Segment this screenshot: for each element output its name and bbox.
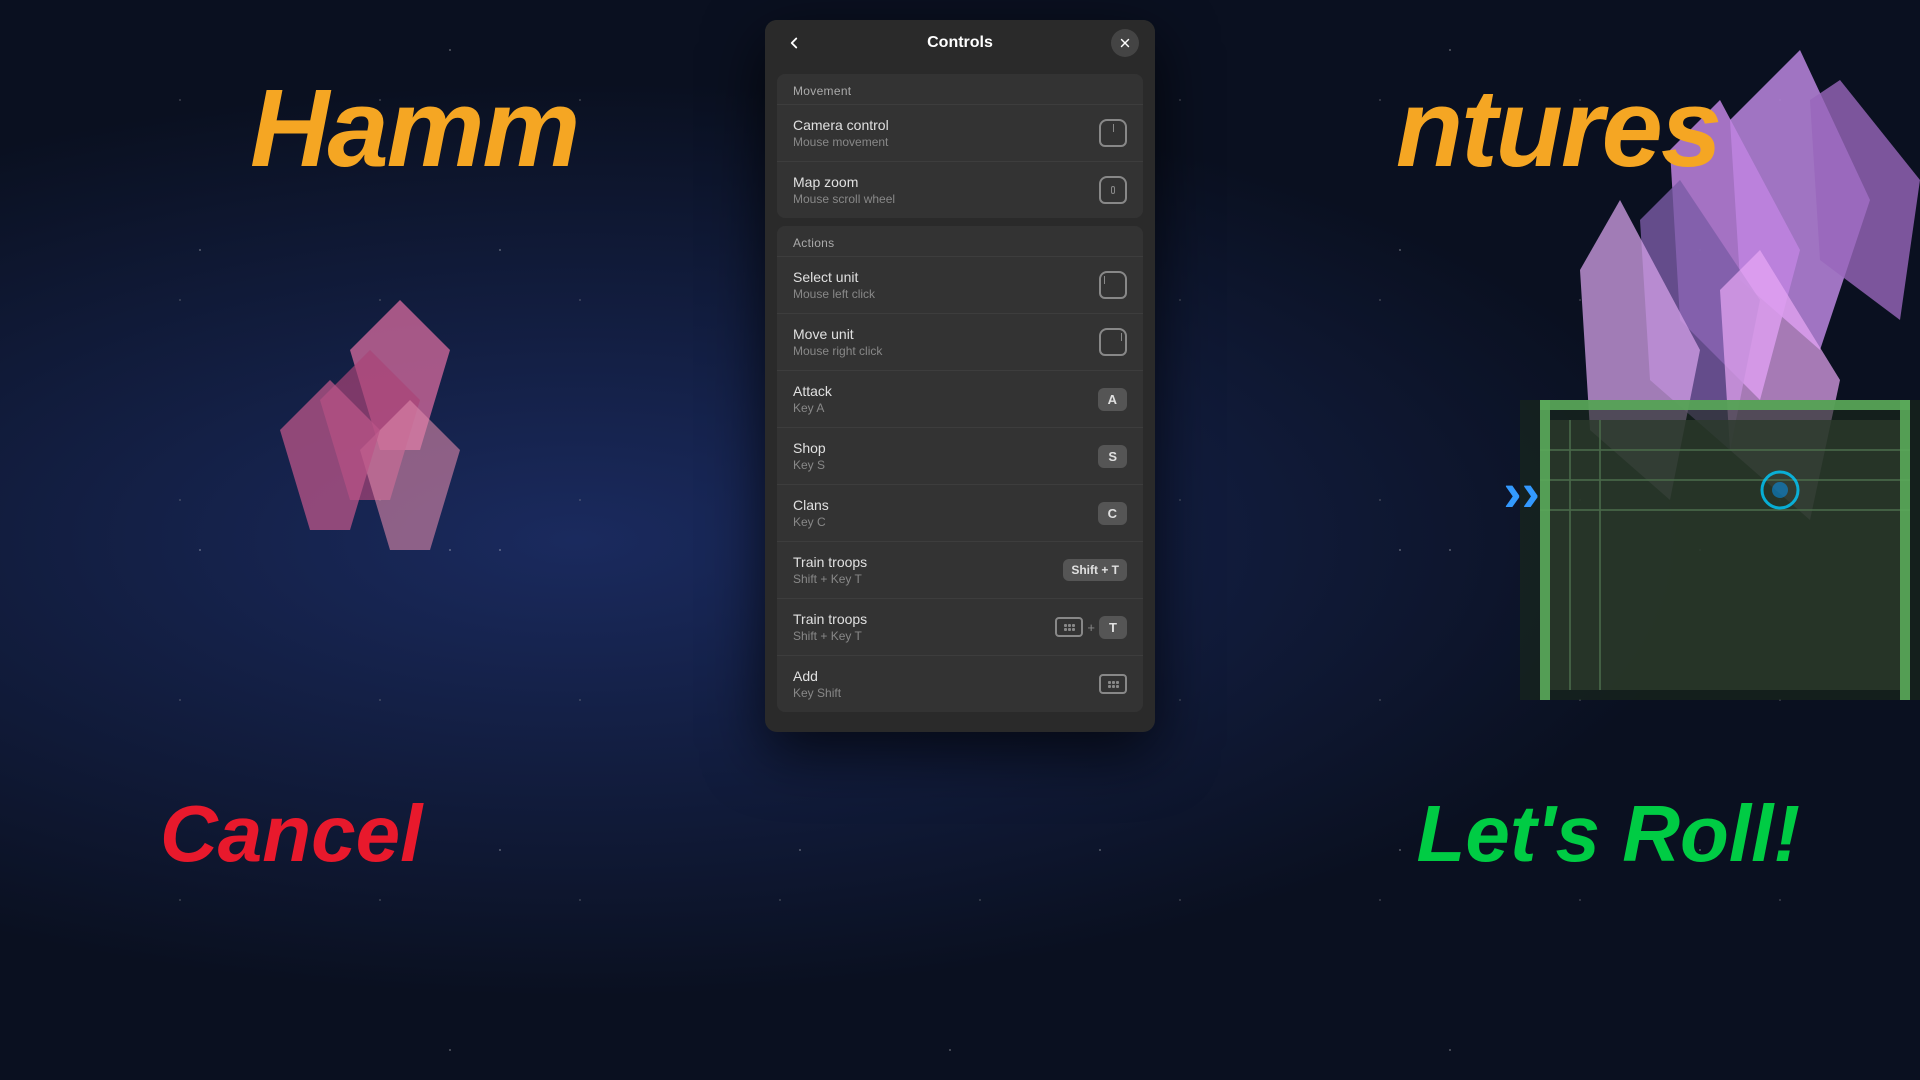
move-unit-key: Mouse right click (793, 344, 1099, 358)
add-name: Add (793, 668, 1099, 684)
clans-badge: C (1098, 502, 1127, 525)
select-unit-name: Select unit (793, 269, 1099, 285)
train-troops-alt-item[interactable]: Train troops Shift + Key T + T (777, 598, 1143, 655)
keyboard-icon (1055, 617, 1083, 637)
move-unit-badge (1099, 328, 1127, 356)
add-key: Key Shift (793, 686, 1099, 700)
train-troops-key: Shift + Key T (793, 572, 1063, 586)
train-troops-item[interactable]: Train troops Shift + Key T Shift + T (777, 541, 1143, 598)
select-unit-info: Select unit Mouse left click (793, 269, 1099, 301)
modal-header: Controls (765, 20, 1155, 66)
clans-name: Clans (793, 497, 1098, 513)
add-item[interactable]: Add Key Shift (777, 655, 1143, 712)
train-troops-alt-key: Shift + Key T (793, 629, 1055, 643)
attack-key: Key A (793, 401, 1098, 415)
shop-name: Shop (793, 440, 1098, 456)
clans-key-pill: C (1098, 502, 1127, 525)
attack-item[interactable]: Attack Key A A (777, 370, 1143, 427)
train-troops-alt-name: Train troops (793, 611, 1055, 627)
plus-sign: + (1087, 620, 1095, 635)
bottom-spacer (765, 720, 1155, 732)
mouse-move-icon (1099, 119, 1127, 147)
attack-badge: A (1098, 388, 1127, 411)
select-unit-item[interactable]: Select unit Mouse left click (777, 256, 1143, 313)
train-troops-alt-badge: + T (1055, 616, 1127, 639)
modal-body: Movement Camera control Mouse movement M… (765, 66, 1155, 732)
train-troops-name: Train troops (793, 554, 1063, 570)
clans-item[interactable]: Clans Key C C (777, 484, 1143, 541)
train-troops-info: Train troops Shift + Key T (793, 554, 1063, 586)
shop-key: Key S (793, 458, 1098, 472)
mouse-scroll-icon (1099, 176, 1127, 204)
train-troops-badge: Shift + T (1063, 559, 1127, 581)
add-keyboard-icon-inner (1108, 681, 1119, 688)
camera-control-badge (1099, 119, 1127, 147)
attack-name: Attack (793, 383, 1098, 399)
scroll-wheel (1111, 186, 1115, 194)
actions-section-header: Actions (777, 226, 1143, 256)
mouse-left-icon (1099, 271, 1127, 299)
move-unit-name: Move unit (793, 326, 1099, 342)
shop-key-pill: S (1098, 445, 1127, 468)
map-zoom-info: Map zoom Mouse scroll wheel (793, 174, 1099, 206)
clans-key: Key C (793, 515, 1098, 529)
camera-control-info: Camera control Mouse movement (793, 117, 1099, 149)
actions-section: Actions Select unit Mouse left click Mov… (777, 226, 1143, 712)
mouse-right-icon (1099, 328, 1127, 356)
map-zoom-badge (1099, 176, 1127, 204)
modal-title: Controls (927, 34, 993, 52)
train-troops-key-pill: Shift + T (1063, 559, 1127, 581)
camera-control-key: Mouse movement (793, 135, 1099, 149)
shop-item[interactable]: Shop Key S S (777, 427, 1143, 484)
camera-control-item[interactable]: Camera control Mouse movement (777, 104, 1143, 161)
shop-badge: S (1098, 445, 1127, 468)
add-keyboard-icon (1099, 674, 1127, 694)
select-unit-badge (1099, 271, 1127, 299)
map-zoom-item[interactable]: Map zoom Mouse scroll wheel (777, 161, 1143, 218)
controls-modal: Controls Movement Camera control Mouse m… (765, 20, 1155, 732)
close-button[interactable] (1111, 29, 1139, 57)
add-info: Add Key Shift (793, 668, 1099, 700)
map-zoom-name: Map zoom (793, 174, 1099, 190)
attack-info: Attack Key A (793, 383, 1098, 415)
add-badge (1099, 674, 1127, 694)
shop-info: Shop Key S (793, 440, 1098, 472)
modal-overlay: Controls Movement Camera control Mouse m… (0, 0, 1920, 1080)
movement-section: Movement Camera control Mouse movement M… (777, 74, 1143, 218)
attack-key-pill: A (1098, 388, 1127, 411)
back-button[interactable] (781, 30, 807, 56)
clans-info: Clans Key C (793, 497, 1098, 529)
train-troops-alt-key-pill: T (1099, 616, 1127, 639)
move-unit-item[interactable]: Move unit Mouse right click (777, 313, 1143, 370)
select-unit-key: Mouse left click (793, 287, 1099, 301)
camera-control-name: Camera control (793, 117, 1099, 133)
move-unit-info: Move unit Mouse right click (793, 326, 1099, 358)
map-zoom-key: Mouse scroll wheel (793, 192, 1099, 206)
keyboard-icon-inner (1064, 624, 1075, 631)
movement-section-header: Movement (777, 74, 1143, 104)
train-troops-alt-info: Train troops Shift + Key T (793, 611, 1055, 643)
